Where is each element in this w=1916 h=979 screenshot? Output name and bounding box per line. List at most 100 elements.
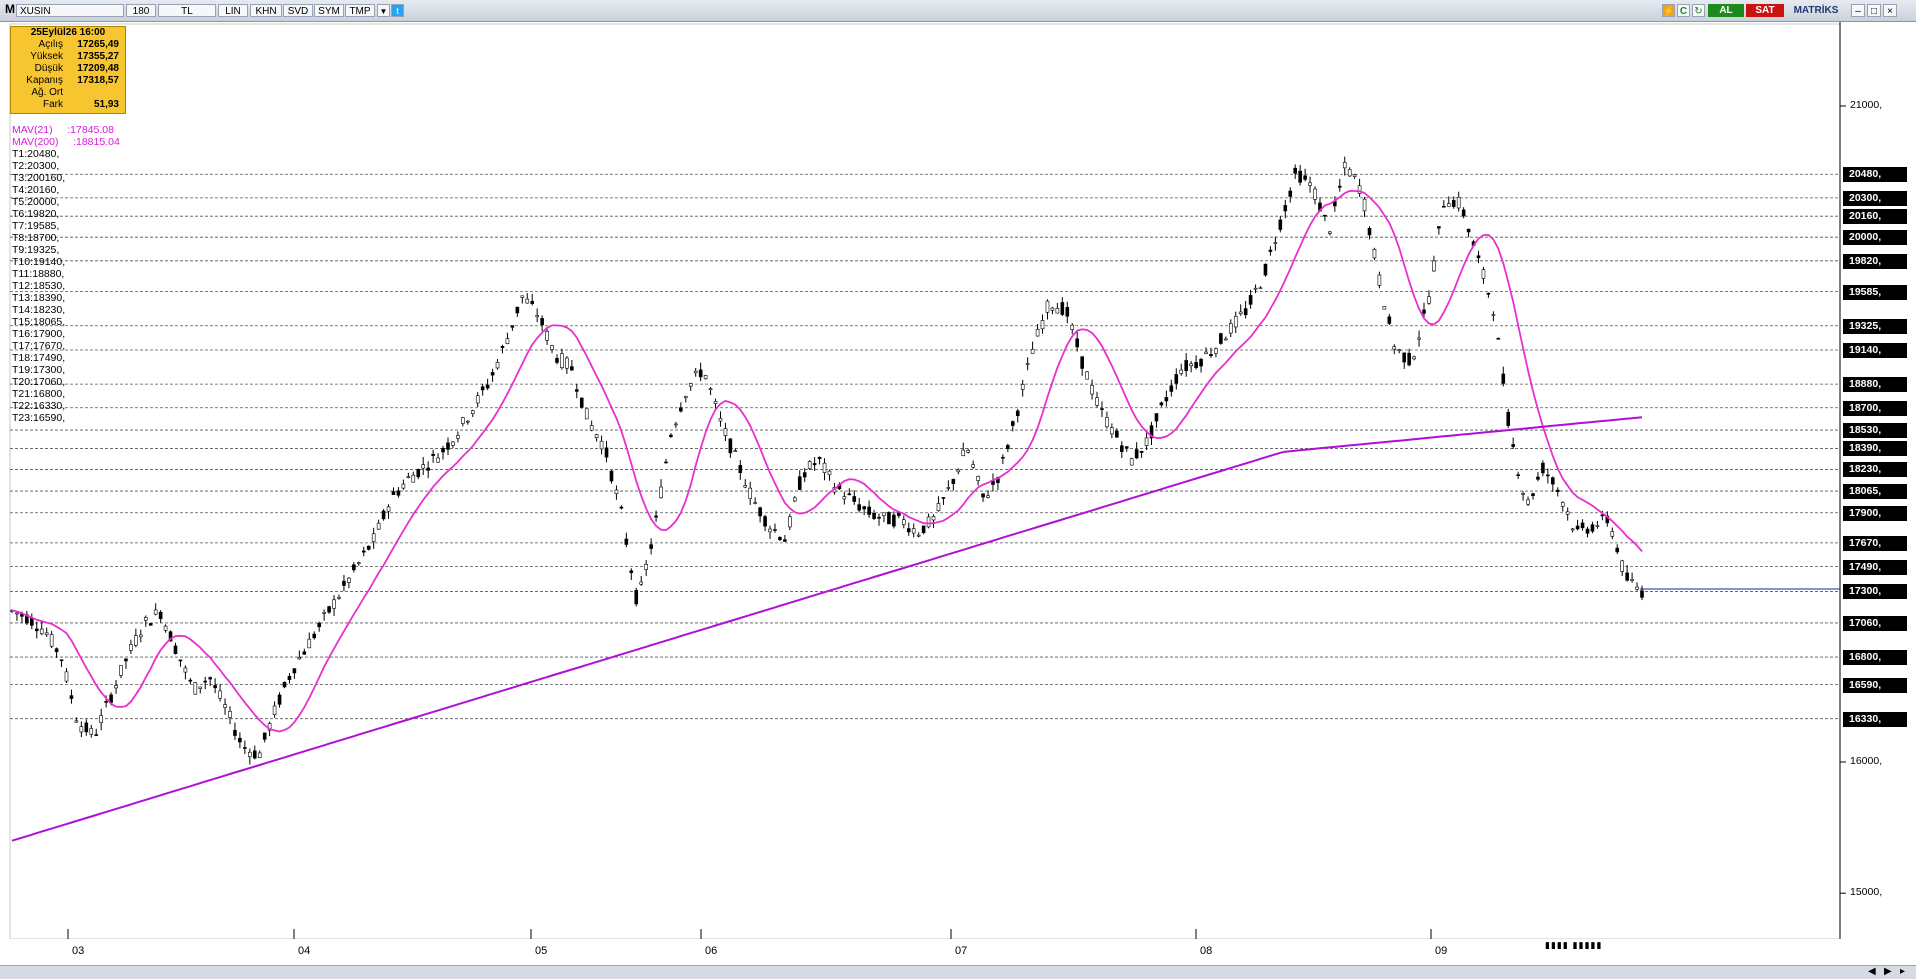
period-select[interactable]: 180	[126, 4, 156, 17]
candle-body	[139, 634, 143, 638]
minimize-icon[interactable]: –	[1851, 4, 1865, 17]
level-legend-item: T10:19140,	[12, 256, 66, 268]
candle-body	[1129, 458, 1134, 466]
candle-body	[178, 659, 183, 662]
candle-body	[1362, 198, 1367, 212]
candle-body	[688, 383, 693, 387]
candle-body	[1521, 493, 1525, 495]
candle-body	[39, 628, 44, 635]
candle-body	[783, 539, 787, 542]
event-markers: ▮▮▮▮ ▮▮▮▮▮	[1545, 941, 1603, 951]
candle-body	[1328, 231, 1332, 234]
lin-button[interactable]: LIN	[218, 4, 248, 17]
x-tick-label: 09	[1435, 945, 1448, 957]
candle-body	[441, 447, 445, 453]
candle-body	[1337, 185, 1342, 188]
candle-body	[718, 418, 723, 422]
level-box: 20160,	[1843, 209, 1907, 225]
expand-icon[interactable]: ▸	[1900, 966, 1905, 977]
level-box: 18530,	[1843, 423, 1907, 439]
candle-body	[649, 544, 653, 549]
candle-body	[1219, 333, 1223, 344]
scroll-left-icon[interactable]: ◀	[1868, 966, 1876, 977]
candle-body	[773, 529, 777, 531]
candle-body	[1397, 349, 1402, 352]
mav200-label: MAV(200) :18815.04	[12, 136, 120, 148]
symbol-input[interactable]: XUSIN	[16, 4, 124, 17]
candle-body	[1615, 547, 1620, 553]
candle-body	[282, 681, 287, 688]
candle-body	[768, 528, 772, 533]
candle-body	[1025, 363, 1030, 365]
candle-body	[936, 503, 941, 512]
candle-body	[1451, 200, 1456, 207]
lightning-icon[interactable]: ⚡	[1662, 4, 1675, 17]
candle-body	[153, 609, 158, 615]
candle-body	[1536, 476, 1540, 480]
candle-body	[674, 423, 678, 426]
price-chart[interactable]	[0, 22, 1916, 939]
level-box: 19140,	[1843, 343, 1907, 359]
candle-body	[143, 616, 148, 621]
candle-body	[1496, 337, 1501, 340]
maximize-icon[interactable]: □	[1867, 4, 1881, 17]
candle-body	[129, 644, 133, 651]
candle-body	[1144, 437, 1149, 446]
candle-body	[1124, 446, 1129, 449]
candle-body	[1199, 358, 1203, 367]
sym-button[interactable]: SYM	[314, 4, 344, 17]
candle-body	[1392, 346, 1397, 350]
level-legend-item: T3:200160,	[12, 172, 66, 184]
level-legend-item: T5:20000,	[12, 196, 60, 208]
candle-body	[134, 635, 138, 646]
candle-body	[1635, 586, 1639, 590]
scroll-bar[interactable]: ◀ ▶ ▸	[0, 965, 1916, 979]
candle-body	[1501, 373, 1506, 384]
candle-body	[1050, 307, 1055, 311]
candle-body	[366, 545, 371, 550]
candle-body	[64, 671, 69, 682]
c-button[interactable]: C	[1677, 4, 1690, 17]
candle-body	[604, 447, 609, 458]
candle-body	[1640, 590, 1644, 598]
level-legend-item: T8:18700,	[12, 232, 60, 244]
dropdown-arrow-icon[interactable]: ▼	[377, 4, 390, 17]
svd-button[interactable]: SVD	[283, 4, 313, 17]
candle-body	[1565, 511, 1570, 515]
close-icon[interactable]: ×	[1883, 4, 1897, 17]
candle-body	[451, 441, 455, 446]
candle-body	[827, 470, 832, 476]
khn-button[interactable]: KHN	[250, 4, 282, 17]
candle-body	[679, 407, 683, 412]
candle-body	[1412, 356, 1416, 360]
level-legend-item: T16:17900,	[12, 328, 66, 340]
level-legend-item: T15:18065,	[12, 316, 66, 328]
candle-body	[1253, 287, 1258, 290]
sell-button[interactable]: SAT	[1746, 4, 1784, 17]
candle-body	[1065, 307, 1070, 317]
candle-body	[1516, 474, 1520, 476]
candle-body	[1035, 328, 1040, 337]
refresh-icon[interactable]: ↻	[1692, 4, 1705, 17]
twitter-icon[interactable]: t	[391, 4, 404, 17]
candle-body	[614, 489, 619, 495]
currency-select[interactable]: TL	[158, 4, 216, 17]
scroll-right-icon[interactable]: ▶	[1884, 966, 1892, 977]
candle-body	[753, 502, 757, 504]
candle-body	[713, 401, 718, 404]
candle-body	[54, 648, 59, 653]
y-tick-label: 21000,	[1850, 99, 1883, 111]
candle-body	[525, 298, 530, 304]
candle-body	[158, 611, 163, 619]
menu-button[interactable]: M	[4, 3, 16, 16]
candle-body	[1437, 226, 1441, 229]
buy-button[interactable]: AL	[1708, 4, 1744, 17]
candle-body	[1417, 337, 1421, 340]
candle-body	[867, 506, 871, 515]
candle-body	[347, 577, 351, 583]
candle-body	[1283, 205, 1288, 212]
candle-body	[292, 668, 297, 674]
candle-body	[59, 659, 64, 662]
candle-body	[693, 370, 698, 374]
tmp-button[interactable]: TMP	[345, 4, 375, 17]
